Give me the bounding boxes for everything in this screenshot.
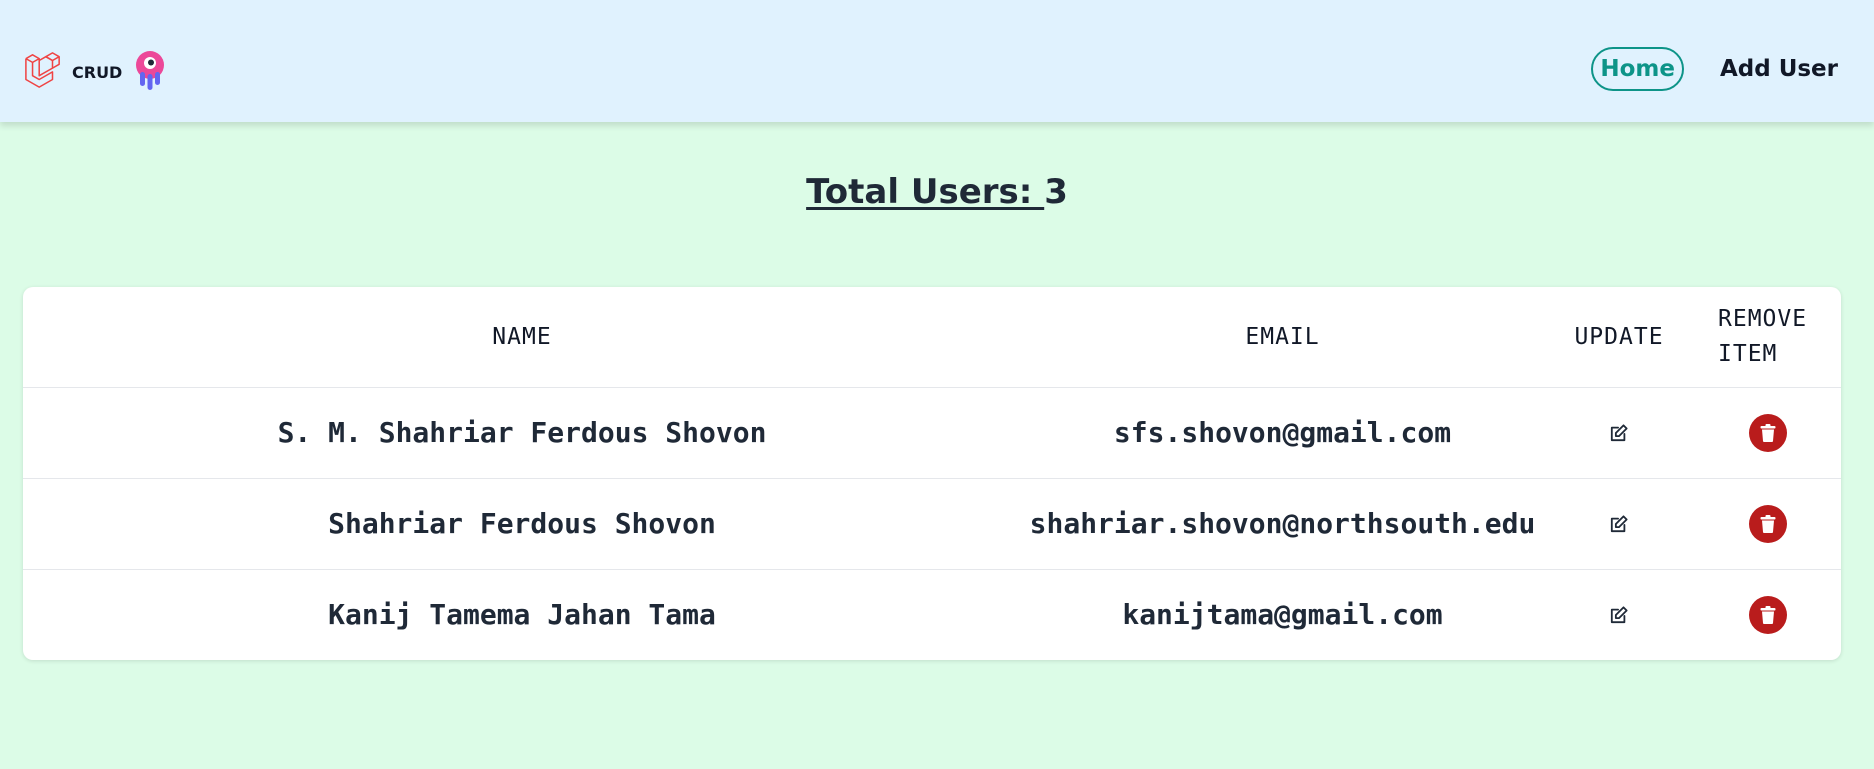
total-users-label: Total Users: bbox=[806, 172, 1045, 212]
trash-icon bbox=[1760, 416, 1776, 449]
user-email-cell: kanijtama@gmail.com bbox=[1122, 598, 1443, 632]
nav-add-user-link[interactable]: Add User bbox=[1720, 56, 1838, 82]
edit-icon[interactable] bbox=[1610, 606, 1628, 624]
total-users-count: 3 bbox=[1044, 172, 1068, 212]
user-name-cell: S. M. Shahriar Ferdous Shovon bbox=[277, 416, 767, 449]
header-update: UPDATE bbox=[1574, 323, 1664, 350]
brand[interactable]: CRUD bbox=[24, 50, 168, 95]
remove-cell bbox=[1694, 569, 1841, 660]
table-row: S. M. Shahriar Ferdous Shovon sfs.shovon… bbox=[23, 387, 1841, 478]
user-email-cell: sfs.shovon@gmail.com bbox=[1113, 416, 1452, 449]
header-name: NAME bbox=[492, 323, 552, 350]
table-header-row: NAME EMAIL UPDATE REMOVE ITEM bbox=[23, 287, 1841, 387]
nav-links: Home Add User bbox=[1591, 47, 1838, 91]
livewire-mascot-icon bbox=[132, 50, 168, 95]
delete-button[interactable] bbox=[1748, 413, 1787, 452]
table-row: Kanij Tamema Jahan Tama kanijtama@gmail.… bbox=[23, 569, 1841, 660]
laravel-logo-icon bbox=[24, 51, 62, 94]
trash-icon bbox=[1760, 598, 1776, 631]
edit-icon[interactable] bbox=[1610, 515, 1628, 533]
edit-icon[interactable] bbox=[1610, 424, 1628, 442]
update-cell bbox=[1544, 387, 1694, 478]
user-name-cell: Shahriar Ferdous Shovon bbox=[328, 507, 716, 540]
navbar: CRUD Home Add User bbox=[0, 0, 1874, 122]
nav-home-link[interactable]: Home bbox=[1591, 47, 1684, 91]
trash-icon bbox=[1760, 507, 1776, 540]
user-name-cell: Kanij Tamema Jahan Tama bbox=[328, 598, 716, 632]
remove-cell bbox=[1694, 387, 1841, 478]
header-remove-line2: ITEM bbox=[1718, 340, 1778, 367]
header-remove-line1: REMOVE bbox=[1718, 305, 1808, 332]
users-table-card: NAME EMAIL UPDATE REMOVE ITEM S. M. Shahr… bbox=[23, 287, 1841, 660]
update-cell bbox=[1544, 478, 1694, 569]
delete-button[interactable] bbox=[1748, 595, 1787, 634]
delete-button[interactable] bbox=[1748, 504, 1787, 543]
brand-title: CRUD bbox=[72, 63, 123, 82]
user-email-cell: shahriar.shovon@northsouth.edu bbox=[1029, 507, 1536, 540]
remove-cell bbox=[1694, 478, 1841, 569]
update-cell bbox=[1544, 569, 1694, 660]
page-title: Total Users: 3 bbox=[0, 172, 1874, 212]
header-email: EMAIL bbox=[1245, 323, 1320, 350]
header-remove-item: REMOVE ITEM bbox=[1694, 287, 1841, 387]
table-row: Shahriar Ferdous Shovon shahriar.shovon@… bbox=[23, 478, 1841, 569]
users-table: NAME EMAIL UPDATE REMOVE ITEM S. M. Shahr… bbox=[23, 287, 1841, 660]
